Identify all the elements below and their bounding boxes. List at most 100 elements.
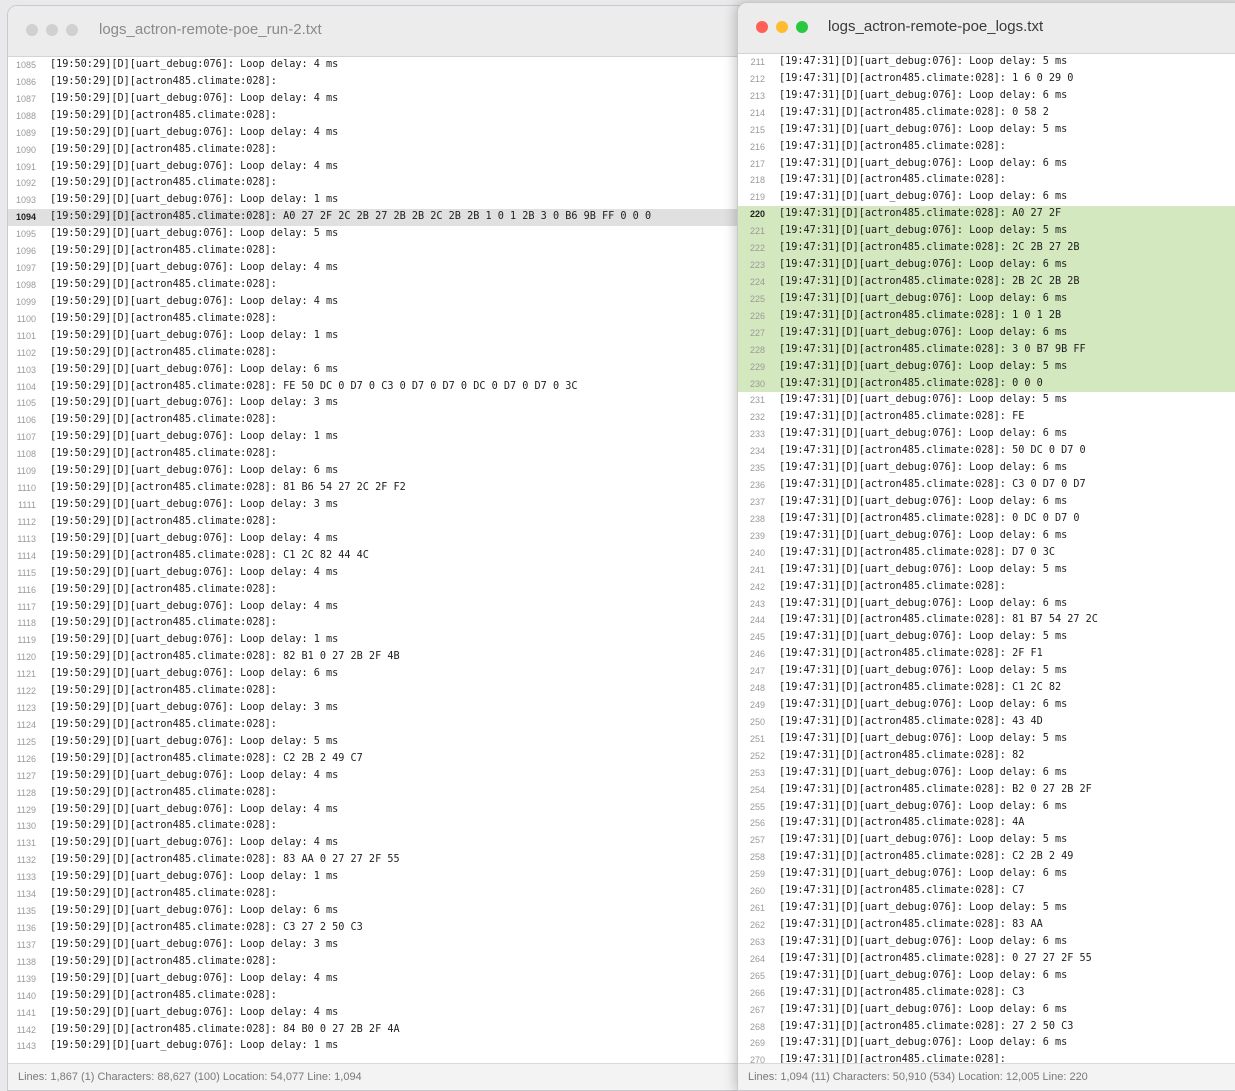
log-line[interactable]: 1096 [19:50:29][D][actron485.climate:028]…: [8, 243, 753, 260]
log-line[interactable]: 1136 [19:50:29][D][actron485.climate:028]…: [8, 920, 753, 937]
minimize-icon[interactable]: [46, 24, 58, 36]
log-line[interactable]: 240 [19:47:31][D][actron485.climate:028]:…: [738, 545, 1235, 562]
log-line[interactable]: 1112 [19:50:29][D][actron485.climate:028]…: [8, 514, 753, 531]
log-line[interactable]: 231 [19:47:31][D][uart_debug:076]: Loop d…: [738, 392, 1235, 409]
log-line[interactable]: 1097 [19:50:29][D][uart_debug:076]: Loop …: [8, 260, 753, 277]
log-line[interactable]: 215 [19:47:31][D][uart_debug:076]: Loop d…: [738, 122, 1235, 139]
zoom-icon[interactable]: [66, 24, 78, 36]
log-line[interactable]: 217 [19:47:31][D][uart_debug:076]: Loop d…: [738, 156, 1235, 173]
log-line[interactable]: 230 [19:47:31][D][actron485.climate:028]:…: [738, 375, 1235, 393]
log-line[interactable]: 242 [19:47:31][D][actron485.climate:028]:: [738, 579, 1235, 596]
log-line[interactable]: 216 [19:47:31][D][actron485.climate:028]:: [738, 139, 1235, 156]
log-line[interactable]: 1126 [19:50:29][D][actron485.climate:028]…: [8, 751, 753, 768]
log-line[interactable]: 219 [19:47:31][D][uart_debug:076]: Loop d…: [738, 189, 1235, 206]
log-line[interactable]: 238 [19:47:31][D][actron485.climate:028]:…: [738, 511, 1235, 528]
log-line[interactable]: 237 [19:47:31][D][uart_debug:076]: Loop d…: [738, 494, 1235, 511]
log-line[interactable]: 241 [19:47:31][D][uart_debug:076]: Loop d…: [738, 562, 1235, 579]
log-line[interactable]: 236 [19:47:31][D][actron485.climate:028]:…: [738, 477, 1235, 494]
log-line[interactable]: 222 [19:47:31][D][actron485.climate:028]:…: [738, 240, 1235, 258]
log-line[interactable]: 223 [19:47:31][D][uart_debug:076]: Loop d…: [738, 257, 1235, 274]
log-line[interactable]: 265 [19:47:31][D][uart_debug:076]: Loop d…: [738, 968, 1235, 985]
log-line[interactable]: 1132 [19:50:29][D][actron485.climate:028]…: [8, 852, 753, 869]
log-line[interactable]: 267 [19:47:31][D][uart_debug:076]: Loop d…: [738, 1002, 1235, 1019]
log-line[interactable]: 1091 [19:50:29][D][uart_debug:076]: Loop …: [8, 159, 753, 176]
log-line[interactable]: 1086 [19:50:29][D][actron485.climate:028]…: [8, 74, 753, 91]
log-line[interactable]: 214 [19:47:31][D][actron485.climate:028]:…: [738, 105, 1235, 122]
log-line[interactable]: 1141 [19:50:29][D][uart_debug:076]: Loop …: [8, 1005, 753, 1022]
log-line[interactable]: 1131 [19:50:29][D][uart_debug:076]: Loop …: [8, 835, 753, 852]
right-editor-window[interactable]: logs_actron-remote-poe_logs.txt 211 [19:4…: [737, 2, 1235, 1091]
left-titlebar[interactable]: logs_actron-remote-poe_run-2.txt: [8, 6, 753, 57]
log-line[interactable]: 264 [19:47:31][D][actron485.climate:028]:…: [738, 951, 1235, 968]
log-line[interactable]: 246 [19:47:31][D][actron485.climate:028]:…: [738, 646, 1235, 663]
log-line[interactable]: 1142 [19:50:29][D][actron485.climate:028]…: [8, 1022, 753, 1039]
log-line[interactable]: 1123 [19:50:29][D][uart_debug:076]: Loop …: [8, 700, 753, 717]
log-line[interactable]: 1139 [19:50:29][D][uart_debug:076]: Loop …: [8, 971, 753, 988]
log-line[interactable]: 1099 [19:50:29][D][uart_debug:076]: Loop …: [8, 294, 753, 311]
log-line[interactable]: 1093 [19:50:29][D][uart_debug:076]: Loop …: [8, 192, 753, 209]
log-line[interactable]: 1095 [19:50:29][D][uart_debug:076]: Loop …: [8, 226, 753, 243]
log-line[interactable]: 1127 [19:50:29][D][uart_debug:076]: Loop …: [8, 768, 753, 785]
log-line[interactable]: 1129 [19:50:29][D][uart_debug:076]: Loop …: [8, 802, 753, 819]
log-line[interactable]: 1090 [19:50:29][D][actron485.climate:028]…: [8, 142, 753, 159]
log-line[interactable]: 261 [19:47:31][D][uart_debug:076]: Loop d…: [738, 900, 1235, 917]
log-line[interactable]: 1138 [19:50:29][D][actron485.climate:028]…: [8, 954, 753, 971]
log-line[interactable]: 1124 [19:50:29][D][actron485.climate:028]…: [8, 717, 753, 734]
log-line[interactable]: 218 [19:47:31][D][actron485.climate:028]:: [738, 172, 1235, 189]
log-line[interactable]: 1120 [19:50:29][D][actron485.climate:028]…: [8, 649, 753, 666]
log-line[interactable]: 249 [19:47:31][D][uart_debug:076]: Loop d…: [738, 697, 1235, 714]
log-line[interactable]: 1130 [19:50:29][D][actron485.climate:028]…: [8, 818, 753, 835]
log-line[interactable]: 1121 [19:50:29][D][uart_debug:076]: Loop …: [8, 666, 753, 683]
log-line[interactable]: 1125 [19:50:29][D][uart_debug:076]: Loop …: [8, 734, 753, 751]
log-line[interactable]: 1114 [19:50:29][D][actron485.climate:028]…: [8, 548, 753, 565]
log-line[interactable]: 1137 [19:50:29][D][uart_debug:076]: Loop …: [8, 937, 753, 954]
log-line[interactable]: 1094 [19:50:29][D][actron485.climate:028]…: [8, 209, 753, 227]
log-line[interactable]: 227 [19:47:31][D][uart_debug:076]: Loop d…: [738, 324, 1235, 342]
close-icon[interactable]: [26, 24, 38, 36]
log-line[interactable]: 258 [19:47:31][D][actron485.climate:028]:…: [738, 849, 1235, 866]
log-line[interactable]: 225 [19:47:31][D][uart_debug:076]: Loop d…: [738, 290, 1235, 308]
log-line[interactable]: 1115 [19:50:29][D][uart_debug:076]: Loop …: [8, 565, 753, 582]
log-line[interactable]: 1106 [19:50:29][D][actron485.climate:028]…: [8, 412, 753, 429]
log-line[interactable]: 1119 [19:50:29][D][uart_debug:076]: Loop …: [8, 632, 753, 649]
log-line[interactable]: 1128 [19:50:29][D][actron485.climate:028]…: [8, 785, 753, 802]
log-line[interactable]: 211 [19:47:31][D][uart_debug:076]: Loop d…: [738, 54, 1235, 71]
log-line[interactable]: 1111 [19:50:29][D][uart_debug:076]: Loop …: [8, 497, 753, 514]
log-line[interactable]: 247 [19:47:31][D][uart_debug:076]: Loop d…: [738, 663, 1235, 680]
log-line[interactable]: 220 [19:47:31][D][actron485.climate:028]:…: [738, 206, 1235, 224]
log-line[interactable]: 263 [19:47:31][D][uart_debug:076]: Loop d…: [738, 934, 1235, 951]
log-line[interactable]: 256 [19:47:31][D][actron485.climate:028]:…: [738, 815, 1235, 832]
log-line[interactable]: 226 [19:47:31][D][actron485.climate:028]:…: [738, 307, 1235, 325]
minimize-icon[interactable]: [776, 21, 788, 33]
log-line[interactable]: 243 [19:47:31][D][uart_debug:076]: Loop d…: [738, 596, 1235, 613]
log-line[interactable]: 1085 [19:50:29][D][uart_debug:076]: Loop …: [8, 57, 753, 74]
log-line[interactable]: 233 [19:47:31][D][uart_debug:076]: Loop d…: [738, 426, 1235, 443]
text-editor-area[interactable]: 211 [19:47:31][D][uart_debug:076]: Loop d…: [738, 54, 1235, 1063]
log-line[interactable]: 1117 [19:50:29][D][uart_debug:076]: Loop …: [8, 599, 753, 616]
log-line[interactable]: 259 [19:47:31][D][uart_debug:076]: Loop d…: [738, 866, 1235, 883]
log-line[interactable]: 245 [19:47:31][D][uart_debug:076]: Loop d…: [738, 629, 1235, 646]
log-line[interactable]: 268 [19:47:31][D][actron485.climate:028]:…: [738, 1019, 1235, 1036]
log-line[interactable]: 260 [19:47:31][D][actron485.climate:028]:…: [738, 883, 1235, 900]
log-line[interactable]: 1088 [19:50:29][D][actron485.climate:028]…: [8, 108, 753, 125]
log-line[interactable]: 244 [19:47:31][D][actron485.climate:028]:…: [738, 612, 1235, 629]
log-line[interactable]: 1107 [19:50:29][D][uart_debug:076]: Loop …: [8, 429, 753, 446]
log-line[interactable]: 224 [19:47:31][D][actron485.climate:028]:…: [738, 273, 1235, 291]
log-line[interactable]: 1140 [19:50:29][D][actron485.climate:028]…: [8, 988, 753, 1005]
log-line[interactable]: 1122 [19:50:29][D][actron485.climate:028]…: [8, 683, 753, 700]
log-line[interactable]: 266 [19:47:31][D][actron485.climate:028]:…: [738, 985, 1235, 1002]
log-line[interactable]: 257 [19:47:31][D][uart_debug:076]: Loop d…: [738, 832, 1235, 849]
log-line[interactable]: 1133 [19:50:29][D][uart_debug:076]: Loop …: [8, 869, 753, 886]
log-line[interactable]: 1109 [19:50:29][D][uart_debug:076]: Loop …: [8, 463, 753, 480]
log-line[interactable]: 1110 [19:50:29][D][actron485.climate:028]…: [8, 480, 753, 497]
log-line[interactable]: 250 [19:47:31][D][actron485.climate:028]:…: [738, 714, 1235, 731]
log-line[interactable]: 221 [19:47:31][D][uart_debug:076]: Loop d…: [738, 223, 1235, 241]
log-line[interactable]: 270 [19:47:31][D][actron485.climate:028]:: [738, 1052, 1235, 1063]
log-line[interactable]: 254 [19:47:31][D][actron485.climate:028]:…: [738, 782, 1235, 799]
log-line[interactable]: 1089 [19:50:29][D][uart_debug:076]: Loop …: [8, 125, 753, 142]
log-line[interactable]: 1103 [19:50:29][D][uart_debug:076]: Loop …: [8, 362, 753, 379]
log-line[interactable]: 253 [19:47:31][D][uart_debug:076]: Loop d…: [738, 765, 1235, 782]
log-line[interactable]: 1100 [19:50:29][D][actron485.climate:028]…: [8, 311, 753, 328]
log-line[interactable]: 1102 [19:50:29][D][actron485.climate:028]…: [8, 345, 753, 362]
log-line[interactable]: 213 [19:47:31][D][uart_debug:076]: Loop d…: [738, 88, 1235, 105]
